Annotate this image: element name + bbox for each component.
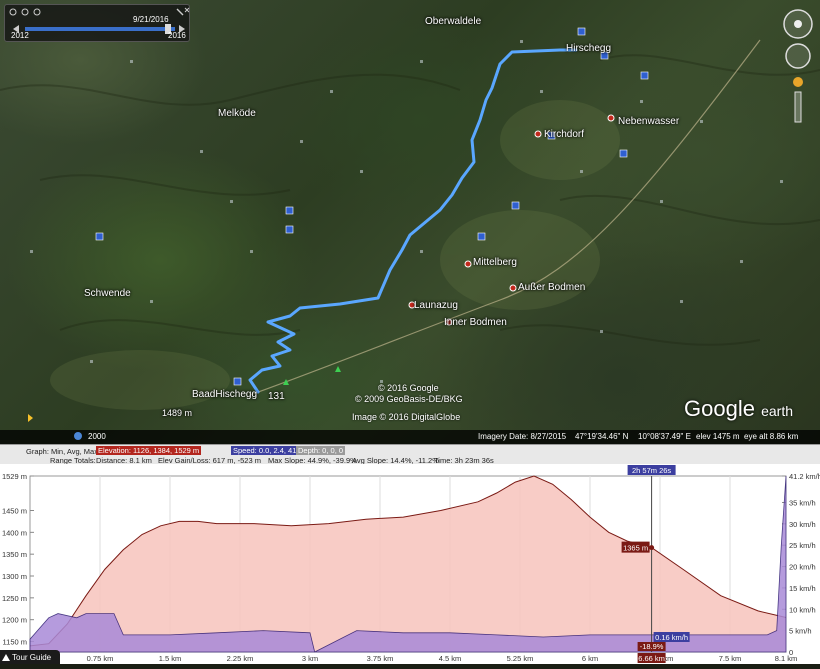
- cursor-distance-label: 6.66 km: [638, 654, 665, 663]
- elevation-readout: elev 1475 m: [696, 432, 740, 441]
- triangle-up-icon: [2, 654, 10, 661]
- y-left-tick-label: 1529 m: [2, 472, 27, 481]
- map-view[interactable]: Oberwaldele Hirschegg Melköde Nebenwasse…: [0, 0, 820, 444]
- historical-year: 2000: [88, 432, 106, 441]
- x-tick-label: 3 km: [302, 654, 318, 663]
- cursor-time-label: 2h 57m 26s: [632, 466, 671, 475]
- time-slider-start: 2012: [11, 31, 29, 40]
- elevation-profile[interactable]: 0.75 km 1.5 km 2.25 km 3 km 3.75 km 4.5 km 5.2…: [0, 464, 820, 664]
- y-right-tick-label: 15 km/h: [789, 584, 816, 593]
- close-icon: [184, 7, 189, 13]
- tour-guide-button[interactable]: Tour Guide: [0, 650, 60, 664]
- credit-google: © 2016 Google: [378, 383, 439, 393]
- cursor-elevation-label: 1365 m: [623, 544, 648, 553]
- place-label[interactable]: Melköde: [218, 108, 256, 119]
- navigation-controls[interactable]: [780, 6, 816, 126]
- globe-icon: [74, 432, 82, 440]
- y-right-tick-label: 41.2 km/h: [789, 472, 820, 481]
- google-earth-logo: Google earth: [684, 396, 793, 422]
- zoom-in-icon: [9, 8, 17, 16]
- place-label: 131: [268, 391, 285, 402]
- credit-digitalglobe: Image © 2016 DigitalGlobe: [352, 412, 461, 422]
- pegman-icon: [793, 77, 803, 87]
- y-right-tick-label: 5 km/h: [789, 627, 812, 636]
- cursor-speed-label: 0.16 km/h: [655, 633, 688, 642]
- y-left-tick-label: 1300 m: [2, 572, 27, 581]
- x-tick-label: 1.5 km: [159, 654, 182, 663]
- map-overlay: [0, 27, 820, 422]
- y-right-tick-label: 25 km/h: [789, 541, 816, 550]
- x-tick-label: 7.5 km: [719, 654, 742, 663]
- time-slider-panel: 9/21/2016 2012 2016: [4, 4, 190, 42]
- y-right-tick-label: 0: [789, 648, 793, 657]
- x-tick-label: 6 km: [582, 654, 598, 663]
- graph-label: Graph: Min, Avg, Max: [26, 447, 98, 456]
- time-slider-end: 2016: [168, 31, 186, 40]
- logo-sub: earth: [761, 403, 793, 419]
- elevation-label: 1489 m: [162, 408, 193, 418]
- tour-guide-label[interactable]: Tour Guide: [12, 653, 51, 662]
- settings-icon: [33, 8, 41, 16]
- y-left-tick-label: 1450 m: [2, 507, 27, 516]
- y-right-tick-label: 30 km/h: [789, 520, 816, 529]
- place-label[interactable]: Inner Bodmen: [444, 317, 507, 328]
- place-label[interactable]: Mittelberg: [473, 257, 517, 268]
- cursor-slope-label: -18.9%: [640, 642, 664, 651]
- y-right-tick-label: 35 km/h: [789, 498, 816, 507]
- elevation-profile-chart[interactable]: 0.75 km 1.5 km 2.25 km 3 km 3.75 km 4.5 km 5.2…: [0, 464, 820, 664]
- place-label[interactable]: Hirschegg: [566, 43, 611, 54]
- credit-geobasis: © 2009 GeoBasis-DE/BKG: [355, 394, 463, 404]
- y-left-tick-label: 1250 m: [2, 594, 27, 603]
- place-label[interactable]: Oberwaldele: [425, 16, 481, 27]
- place-label[interactable]: Außer Bodmen: [518, 282, 585, 293]
- profile-info-bar: Graph: Min, Avg, Max Elevation: 1126, 13…: [0, 444, 820, 465]
- x-tick-label: 2.25 km: [227, 654, 254, 663]
- zoom-slider: [794, 91, 802, 123]
- x-tick-label: 3.75 km: [367, 654, 394, 663]
- y-right-tick-label: 10 km/h: [789, 605, 816, 614]
- place-label[interactable]: BaadHischegg: [192, 389, 257, 400]
- move-icon: [785, 43, 811, 69]
- elevation-stat[interactable]: Elevation: 1126, 1384, 1529 m: [96, 446, 202, 455]
- place-label[interactable]: Nebenwasser: [618, 116, 679, 127]
- cursor-elevation-dot: [649, 545, 655, 551]
- y-left-tick-label: 1350 m: [2, 550, 27, 559]
- latitude: 47°19'34.46" N: [575, 432, 629, 441]
- x-tick-label: 0.75 km: [87, 654, 114, 663]
- x-tick-label: 5.25 km: [507, 654, 534, 663]
- eye-altitude: eye alt 8.86 km: [744, 432, 799, 441]
- y-left-tick-label: 1200 m: [2, 616, 27, 625]
- y-right-tick-label: 20 km/h: [789, 563, 816, 572]
- y-left-tick-label: 1150 m: [3, 638, 27, 647]
- status-bar: 2000 Imagery Date: 8/27/2015 47°19'34.46…: [0, 430, 820, 444]
- time-slider-track: [25, 27, 175, 31]
- logo-main: Google: [684, 396, 755, 421]
- y-left-tick-label: 1400 m: [2, 528, 27, 537]
- depth-stat[interactable]: Depth: 0, 0, 0: [296, 446, 346, 455]
- x-tick-label: 4.5 km: [439, 654, 462, 663]
- longitude: 10°08'37.49" E: [638, 432, 691, 441]
- place-label[interactable]: Launazug: [414, 300, 458, 311]
- x-tick-label: 8.1 km: [775, 654, 798, 663]
- zoom-out-icon: [21, 8, 29, 16]
- place-label[interactable]: Schwende: [84, 288, 131, 299]
- imagery-date: Imagery Date: 8/27/2015: [478, 432, 567, 441]
- wrench-icon: [176, 8, 184, 16]
- place-label[interactable]: Kirchdorf: [544, 129, 584, 140]
